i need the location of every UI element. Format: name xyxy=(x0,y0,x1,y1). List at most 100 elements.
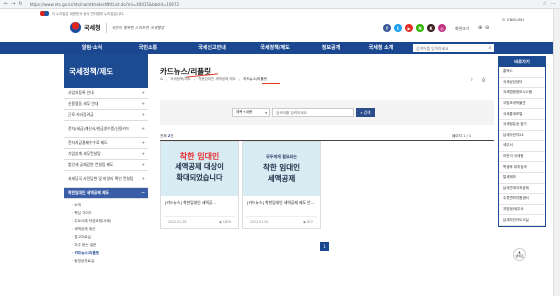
gnb-item-tax-filing[interactable]: 국세신고안내 xyxy=(182,42,242,54)
main-navigation: 알림·소식 국민소통 국세신고안내 국세정책/제도 정보공개 국세청 소개 ⌕ xyxy=(0,42,560,54)
gnb-item-news[interactable]: 알림·소식 xyxy=(68,42,116,54)
breadcrumb-item[interactable]: 착한임대인 세액공제 제도 xyxy=(198,77,236,82)
card-item[interactable]: 착한 임대인 세액공제 대상이 확대되었습니다 [카드뉴스] 착한임대인 세액공… xyxy=(160,141,239,229)
lnb-item[interactable]: 법인세 공제감면 컨설팅 제도 + xyxy=(64,160,148,171)
quick-link-item[interactable]: 홈택스 xyxy=(499,67,545,78)
logo-tagline: 국민이 행복한 스마트한 국세행정 xyxy=(111,24,165,30)
star-icon[interactable]: ☆ xyxy=(543,1,547,7)
zoom-out-icon[interactable]: ⊖ xyxy=(485,25,489,31)
breadcrumb: ⌂ › 국세정책/제도 › 착한임대인 세액공제 제도 › 카드뉴스/리플릿 xyxy=(160,77,267,82)
lnb-item-label: 전자(세금)계산서/현금영수증/신용카드 xyxy=(68,125,130,131)
card-item[interactable]: 모두에게 필요되는 착한 임대인 세액공제 [카드뉴스] 착한임대인 세액공제 … xyxy=(242,141,321,229)
kakao-icon[interactable]: K xyxy=(427,24,435,32)
quick-link-item[interactable]: 국세청유공 찾기 xyxy=(499,120,545,131)
search-type-select[interactable]: 제목+내용 ▾ xyxy=(232,108,270,117)
lnb-subitem[interactable]: · 참고자료실 xyxy=(72,233,148,241)
zoom-in-icon[interactable]: ⊕ xyxy=(478,25,482,31)
quick-link-item[interactable]: 학생후 위치검색 xyxy=(499,162,545,173)
card-title[interactable]: [카드뉴스] 착한임대인 세액공제 제도 안... xyxy=(243,196,320,210)
lnb-item[interactable]: 전자(세금)계산서/현금영수증/신용카드 + xyxy=(64,121,148,138)
lnb-item[interactable]: 신용협동 세무 안내 + xyxy=(64,99,148,110)
gnb-item-disclosure[interactable]: 정보공개 xyxy=(310,42,352,54)
quick-link-item[interactable]: 지방청/세무서 xyxy=(499,205,545,216)
lnb-subitem[interactable]: · 주요사례 작성요령(사례) xyxy=(72,217,148,225)
quick-link-item[interactable]: 납세관계국과공채 xyxy=(499,184,545,195)
keyword-input[interactable] xyxy=(272,108,354,117)
lnb-subitem[interactable]: · 세액공제 계산 xyxy=(72,225,148,233)
twitter-icon[interactable]: t xyxy=(394,24,402,32)
address-bar[interactable]: https://www.nts.go.kr/nts/na/ntt/selectN… xyxy=(30,2,179,7)
quick-link-item[interactable]: 세무서 xyxy=(499,141,545,152)
instagram-icon[interactable]: ◎ xyxy=(438,24,446,32)
naver-icon[interactable]: N xyxy=(416,24,424,32)
reload-icon[interactable]: ↻ xyxy=(18,1,22,7)
english-label: ENGLISH xyxy=(507,17,524,22)
breadcrumb-item[interactable]: 국세정책/제도 xyxy=(170,77,191,82)
browser-toolbar: ← → ↻ https://www.nts.go.kr/nts/na/ntt/s… xyxy=(0,0,560,9)
quick-link-item[interactable]: 국세통계포털 xyxy=(499,109,545,120)
thumb-line1: 착한 임대인 xyxy=(179,152,220,161)
gnb-search-input[interactable] xyxy=(413,44,486,52)
lnb-subitem[interactable]: · 핵심 가이드 xyxy=(72,209,148,217)
quick-link-item[interactable]: 어린이 국세청 xyxy=(499,152,545,163)
card-thumbnail[interactable]: 착한 임대인 세액공제 대상이 확대되었습니다 xyxy=(161,142,238,196)
card-meta: 2022.01.05. ◉ 822 xyxy=(246,216,317,224)
lnb-item-label: 법인세 공제감면 컨설팅 제도 xyxy=(68,161,114,167)
lnb-subitem[interactable]: · 자주 묻는 질문 xyxy=(72,241,148,249)
menu-icon[interactable]: ⋯ xyxy=(551,1,556,7)
lnb-item-label: 사업자등록 안내 xyxy=(68,89,94,95)
expand-icon: + xyxy=(141,112,145,118)
lnb-subitem[interactable]: · 동영상자료실 xyxy=(72,257,148,265)
print-icon[interactable]: ⎙ xyxy=(482,77,485,82)
lnb-item[interactable]: 근로·자녀장려금 + xyxy=(64,110,148,121)
card-title[interactable]: [카드뉴스] 착한임대인 세액공... xyxy=(161,196,238,210)
scrollbar[interactable] xyxy=(553,9,560,296)
expand-icon: + xyxy=(141,176,145,182)
facebook-icon[interactable]: f xyxy=(383,24,391,32)
thumb-line3: 세액공제 xyxy=(267,174,296,183)
breadcrumb-current: 카드뉴스/리플릿 xyxy=(243,77,267,81)
gnb-item-communication[interactable]: 국민소통 xyxy=(124,42,172,54)
lnb-subitem[interactable]: · 카드뉴스/리플릿 xyxy=(72,249,148,257)
pagination-current[interactable]: 1 xyxy=(320,242,329,251)
total-suffix: 건 xyxy=(170,134,174,138)
scroll-top-button[interactable]: ▲ 맨위로 xyxy=(513,248,526,261)
thumb-line2: 착한 임대인 xyxy=(262,163,301,172)
share-icon[interactable]: ⇪ xyxy=(470,77,473,82)
lnb-item[interactable]: 착한임대인 세액공제 제도 − xyxy=(64,188,148,199)
lnb-subitem[interactable]: · 소개 xyxy=(72,201,148,209)
top-label: 맨위로 xyxy=(515,253,524,258)
quick-links-title: 바로가기 xyxy=(499,57,545,67)
quick-link-item[interactable]: 납세자전자도서실 xyxy=(499,215,545,226)
quick-link-item[interactable]: 국세상담센터 xyxy=(499,78,545,89)
english-link[interactable]: ⊙ ENGLISH xyxy=(502,17,524,22)
expand-icon: + xyxy=(141,151,145,157)
site-logo[interactable]: 국세청 국민이 행복한 스마트한 국세행정 xyxy=(70,22,164,33)
quick-link-item[interactable]: 국세법령정보시스템 xyxy=(499,88,545,99)
gnb-item-about[interactable]: 국세청 소개 xyxy=(356,42,406,54)
gnb-item-policy[interactable]: 국세정책/제도 xyxy=(244,42,306,54)
youtube-icon[interactable]: ▶ xyxy=(405,24,413,32)
search-icon[interactable]: ⌕ xyxy=(486,44,494,52)
breadcrumb-sep: › xyxy=(238,77,241,82)
lnb-item[interactable]: 사업자등록 안내 + xyxy=(64,88,148,99)
quick-link-item[interactable]: 납세자권익24 xyxy=(499,131,545,142)
search-button[interactable]: ⌕ 검색 xyxy=(356,108,375,117)
home-icon[interactable]: ⌂ xyxy=(160,77,163,82)
board-search: 제목+내용 ▾ ⌕ 검색 xyxy=(160,100,494,125)
card-thumbnail[interactable]: 모두에게 필요되는 착한 임대인 세액공제 xyxy=(243,142,320,196)
card-views: 822 xyxy=(306,220,313,224)
back-icon[interactable]: ← xyxy=(4,1,8,7)
quick-link-item[interactable]: 탈세제보 xyxy=(499,173,545,184)
gov-banner: 이 누리집은 대한민국 공식 전자정부 누리집입니다. xyxy=(0,9,560,17)
lnb-submenu: · 소개 · 핵심 가이드 · 주요사례 작성요령(사례) · 세액공제 계산 · 참고… xyxy=(64,199,148,267)
lnb-item[interactable]: 가업승계 세무컨설팅 + xyxy=(64,149,148,160)
social-links: f t ▶ N K ◎ xyxy=(383,24,446,32)
thumb-line1: 모두에게 필요되는 xyxy=(266,154,297,159)
lnb-item[interactable]: 과세당국 사전답변 및 비영리 확인 컨설팅 + xyxy=(64,171,148,188)
lnb-item[interactable]: 전자지급결제수수료 제도 + xyxy=(64,138,148,149)
quick-link-item[interactable]: 국립조세박물관 xyxy=(499,99,545,110)
screen-size-label[interactable]: 화면크기 xyxy=(455,26,469,32)
quick-link-item[interactable]: 주류면허지원센터 xyxy=(499,194,545,205)
forward-icon[interactable]: → xyxy=(11,1,15,7)
